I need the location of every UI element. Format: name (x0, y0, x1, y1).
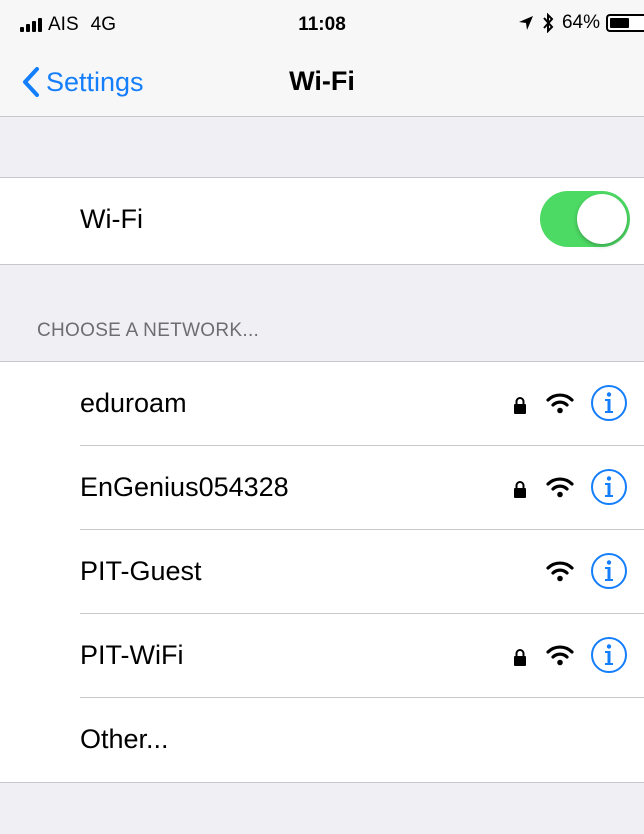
other-network-row[interactable]: Other... (0, 698, 644, 782)
section-header: CHOOSE A NETWORK... (37, 320, 260, 341)
network-row[interactable]: PIT-WiFi (0, 614, 644, 698)
location-arrow-icon (518, 15, 534, 31)
wifi-toggle-switch[interactable] (540, 191, 630, 247)
status-bar: AIS 4G 11:08 64% (0, 0, 644, 50)
info-icon[interactable] (590, 384, 628, 427)
wifi-signal-icon (546, 476, 574, 503)
network-name: EnGenius054328 (80, 472, 289, 502)
network-name: eduroam (80, 388, 187, 418)
lock-icon (512, 480, 528, 503)
info-icon[interactable] (590, 636, 628, 679)
lock-icon (512, 648, 528, 671)
network-list: eduroam EnGenius054328 PIT-Guest PIT-WiF… (0, 361, 644, 783)
battery-percentage: 64% (561, 12, 600, 33)
info-icon[interactable] (590, 552, 628, 595)
network-row[interactable]: PIT-Guest (0, 530, 644, 614)
wifi-signal-icon (546, 392, 574, 419)
page-title: Wi-Fi (289, 66, 355, 96)
status-right: 64% (518, 12, 644, 34)
bluetooth-icon (542, 13, 554, 33)
network-row[interactable]: EnGenius054328 (0, 446, 644, 530)
battery-fill (610, 18, 629, 28)
network-row[interactable]: eduroam (0, 362, 644, 446)
wifi-signal-icon (546, 644, 574, 671)
navigation-bar: Settings Wi-Fi (0, 50, 644, 117)
lock-icon (512, 396, 528, 419)
battery-icon (606, 14, 644, 32)
other-network-label: Other... (80, 724, 169, 754)
wifi-signal-icon (546, 560, 574, 587)
toggle-knob (577, 194, 627, 244)
wifi-toggle-label: Wi-Fi (80, 204, 143, 234)
info-icon[interactable] (590, 468, 628, 511)
network-name: PIT-Guest (80, 556, 202, 586)
network-name: PIT-WiFi (80, 640, 184, 670)
